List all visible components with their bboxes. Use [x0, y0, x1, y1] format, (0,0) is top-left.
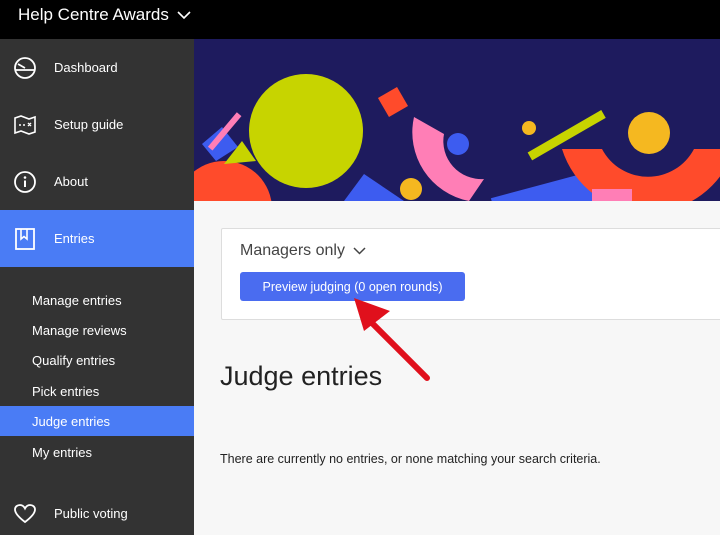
main-content: Managers only Preview judging (0 open ro… [194, 201, 720, 535]
sidebar-item-setup-guide[interactable]: Setup guide [0, 96, 194, 153]
decorative-shapes-image [194, 39, 720, 201]
bookmark-icon [13, 227, 37, 251]
sidebar-item-dashboard[interactable]: Dashboard [0, 39, 194, 96]
sidebar-item-label: Public voting [54, 506, 128, 521]
sidebar-item-public-voting[interactable]: Public voting [0, 485, 194, 535]
sidebar-item-label: About [54, 174, 88, 189]
subnav-item-pick-entries[interactable]: Pick entries [0, 376, 194, 406]
app-title: Help Centre Awards [18, 5, 169, 24]
managers-only-toggle[interactable]: Managers only [240, 242, 366, 260]
subnav-item-manage-entries[interactable]: Manage entries [0, 285, 194, 315]
app-switcher[interactable]: Help Centre Awards [18, 5, 191, 25]
info-icon [13, 170, 37, 194]
chevron-down-icon [177, 5, 191, 25]
sidebar-item-label: Entries [54, 231, 95, 246]
page-title: Judge entries [220, 361, 383, 391]
managers-panel: Managers only Preview judging (0 open ro… [221, 228, 720, 320]
empty-state-message: There are currently no entries, or none … [220, 452, 601, 466]
sidebar-item-entries[interactable]: Entries [0, 210, 194, 267]
hero-banner [194, 39, 720, 201]
subnav-item-qualify-entries[interactable]: Qualify entries [0, 345, 194, 375]
subnav-item-my-entries[interactable]: My entries [0, 437, 194, 467]
subnav-item-manage-reviews[interactable]: Manage reviews [0, 315, 194, 345]
map-icon [13, 113, 37, 137]
heart-icon [13, 502, 37, 526]
chevron-down-icon [353, 242, 366, 260]
sidebar-item-label: Setup guide [54, 117, 124, 132]
managers-only-label: Managers only [240, 242, 345, 259]
sidebar: Dashboard Setup guide About Entries Mana… [0, 39, 194, 535]
sidebar-item-about[interactable]: About [0, 153, 194, 210]
sidebar-item-label: Dashboard [54, 60, 118, 75]
top-bar: Help Centre Awards [0, 0, 720, 39]
subnav-item-judge-entries[interactable]: Judge entries [0, 406, 194, 436]
dashboard-icon [13, 56, 37, 80]
